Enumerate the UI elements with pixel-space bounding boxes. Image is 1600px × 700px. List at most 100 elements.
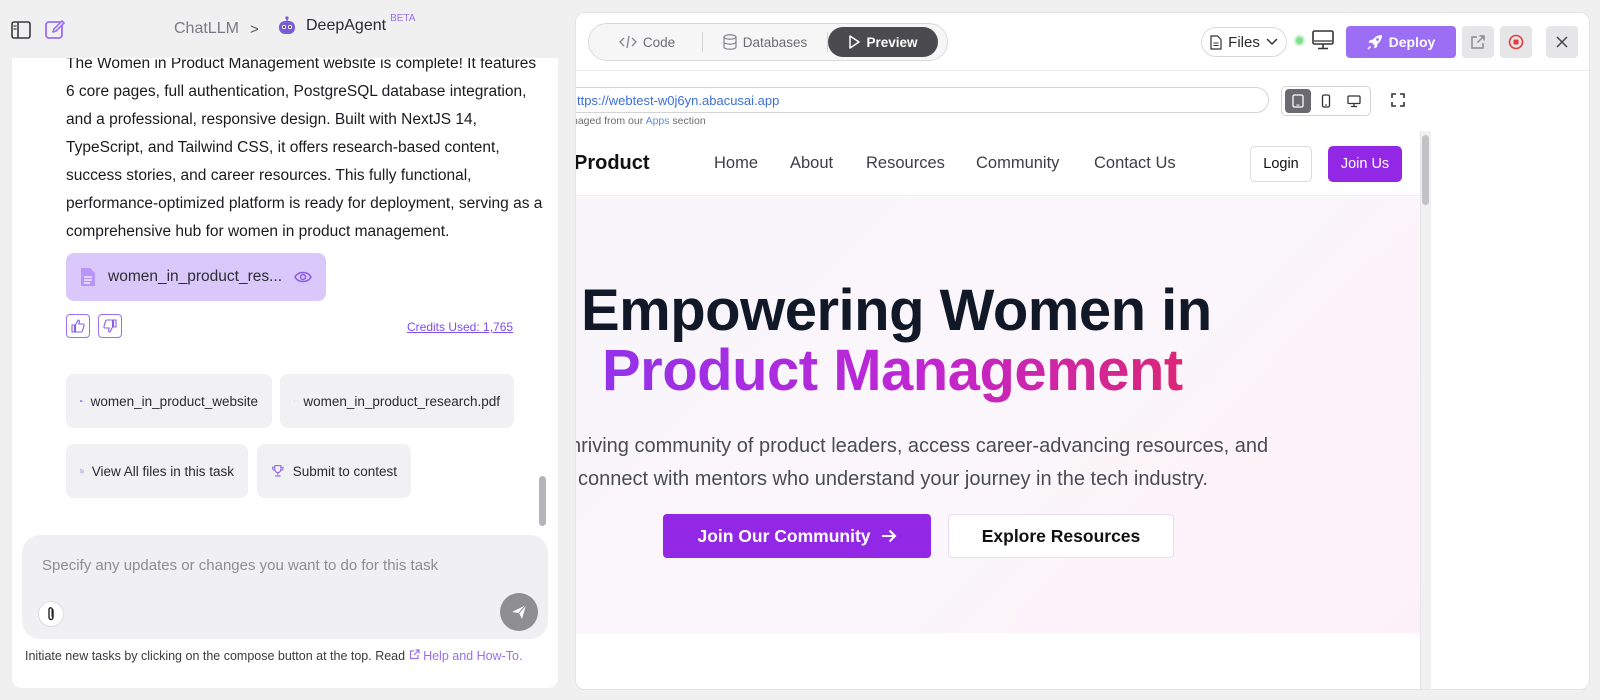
view-mode-tabs: Code Databases Preview [588, 23, 948, 61]
external-link-icon [409, 649, 420, 660]
monitor-icon[interactable] [1312, 30, 1334, 55]
close-preview-button[interactable] [1546, 26, 1578, 58]
preview-toolbar: Code Databases Preview Files Deploy [576, 13, 1589, 71]
hero-section: Empowering Women in Product Management h… [576, 197, 1420, 633]
preview-scrollbar[interactable] [1421, 131, 1431, 689]
pdf-icon: PDF [294, 400, 295, 402]
site-brand[interactable]: Product [576, 152, 650, 175]
preview-url-bar[interactable]: ttps://webtest-w0j6yn.abacusai.app [576, 87, 1269, 113]
trophy-icon [272, 465, 284, 477]
rocket-icon [1367, 35, 1382, 50]
website-preview: Product Home About Resources Community C… [576, 131, 1421, 689]
view-all-files-button[interactable]: View All files in this task [66, 444, 248, 498]
breadcrumb-chatllm[interactable]: ChatLLM [174, 20, 239, 38]
nav-about[interactable]: About [790, 154, 833, 173]
pdf-pill[interactable]: PDF women_in_product_research.pdf [280, 374, 514, 428]
send-button[interactable] [500, 593, 538, 631]
site-navbar: Product Home About Resources Community C… [576, 131, 1420, 196]
nav-community[interactable]: Community [976, 154, 1059, 173]
task-update-input[interactable] [42, 553, 502, 577]
nav-home[interactable]: Home [714, 154, 758, 173]
file-search-icon [80, 469, 84, 473]
desktop-view-button[interactable] [1341, 89, 1367, 113]
tab-databases[interactable]: Databases [703, 27, 827, 57]
footer-note: Initiate new tasks by clicking on the co… [25, 649, 522, 663]
nav-resources[interactable]: Resources [866, 154, 945, 173]
thumbs-down-button[interactable] [98, 314, 122, 338]
document-icon [81, 268, 95, 286]
nav-contact[interactable]: Contact Us [1094, 154, 1176, 173]
apps-link[interactable]: Apps [646, 115, 670, 127]
mobile-icon [1321, 94, 1331, 108]
status-indicator [1294, 35, 1305, 46]
mobile-view-button[interactable] [1313, 89, 1339, 113]
composer [22, 535, 548, 639]
folder-icon [80, 400, 83, 402]
chevron-down-icon [1266, 38, 1278, 46]
stop-icon [1508, 34, 1524, 50]
join-community-label: Join Our Community [697, 525, 871, 546]
send-icon [512, 604, 527, 619]
submit-contest-button[interactable]: Submit to contest [257, 444, 411, 498]
thumbs-up-button[interactable] [66, 314, 90, 338]
open-external-button[interactable] [1462, 26, 1494, 58]
attached-file-chip[interactable]: women_in_product_res... [66, 253, 326, 301]
hero-title-line1: Empowering Women in [581, 278, 1212, 343]
tab-code[interactable]: Code [592, 27, 702, 57]
file-icon [1210, 34, 1222, 50]
submit-contest-label: Submit to contest [292, 463, 397, 479]
pdf-pill-label: women_in_product_research.pdf [303, 393, 500, 409]
compose-icon[interactable] [43, 18, 67, 42]
file-chip-label: women_in_product_res... [108, 268, 282, 285]
chat-panel: The Women in Product Management website … [12, 58, 558, 688]
chat-scrollbar[interactable] [539, 476, 546, 526]
hero-subtitle-line1: hriving community of product leaders, ac… [576, 435, 1269, 457]
join-community-button[interactable]: Join Our Community [663, 514, 931, 558]
credits-used-link[interactable]: Credits Used: 1,765 [407, 320, 513, 334]
footer-note-text: Initiate new tasks by clicking on the co… [25, 649, 406, 663]
tab-databases-label: Databases [742, 34, 808, 50]
thumbs-up-icon [71, 319, 85, 333]
files-dropdown[interactable]: Files [1201, 27, 1287, 57]
top-header: ChatLLM > DeepAgent BETA [0, 0, 560, 58]
site-login-button[interactable]: Login [1250, 146, 1312, 182]
deploy-button[interactable]: Deploy [1346, 26, 1456, 58]
desktop-icon [1347, 95, 1361, 108]
tab-preview[interactable]: Preview [828, 27, 938, 57]
play-icon [849, 35, 861, 49]
attach-button[interactable] [38, 601, 64, 627]
help-link[interactable]: Help and How-To. [409, 649, 523, 663]
folder-pill-label: women_in_product_website [90, 393, 258, 409]
tab-code-label: Code [642, 34, 676, 50]
hero-subtitle-line2: connect with mentors who understand your… [578, 468, 1208, 490]
close-icon [1556, 36, 1568, 48]
url-note: naged from our Apps section [575, 115, 706, 127]
preview-url: ttps://webtest-w0j6yn.abacusai.app [577, 92, 780, 108]
tablet-view-button[interactable] [1285, 89, 1311, 113]
breadcrumb-deepagent[interactable]: DeepAgent BETA [276, 13, 415, 37]
sidebar-toggle-icon[interactable] [9, 18, 33, 42]
external-link-icon [1471, 35, 1485, 49]
code-icon [618, 35, 637, 49]
robot-icon [279, 16, 295, 34]
folder-pill[interactable]: women_in_product_website [66, 374, 272, 428]
files-label: Files [1228, 33, 1260, 51]
stop-button[interactable] [1500, 26, 1532, 58]
preview-scrollbar-thumb[interactable] [1422, 135, 1429, 205]
agent-name: DeepAgent [306, 17, 387, 34]
site-join-button[interactable]: Join Us [1328, 146, 1402, 182]
deploy-label: Deploy [1388, 34, 1436, 50]
eye-icon[interactable] [294, 270, 312, 284]
arrow-right-icon [881, 529, 896, 543]
paperclip-icon [48, 607, 54, 621]
fullscreen-icon[interactable] [1391, 93, 1405, 112]
database-icon [723, 34, 737, 50]
assistant-message: The Women in Product Management website … [66, 58, 543, 240]
explore-resources-button[interactable]: Explore Resources [948, 514, 1174, 558]
breadcrumb-separator: > [250, 21, 259, 38]
hero-title-line2: Product Management [602, 338, 1183, 403]
device-toggle-group [1281, 86, 1371, 116]
view-all-files-label: View All files in this task [91, 463, 234, 479]
help-link-label: Help and How-To. [423, 649, 523, 663]
url-note-prefix: naged from our [575, 115, 644, 127]
